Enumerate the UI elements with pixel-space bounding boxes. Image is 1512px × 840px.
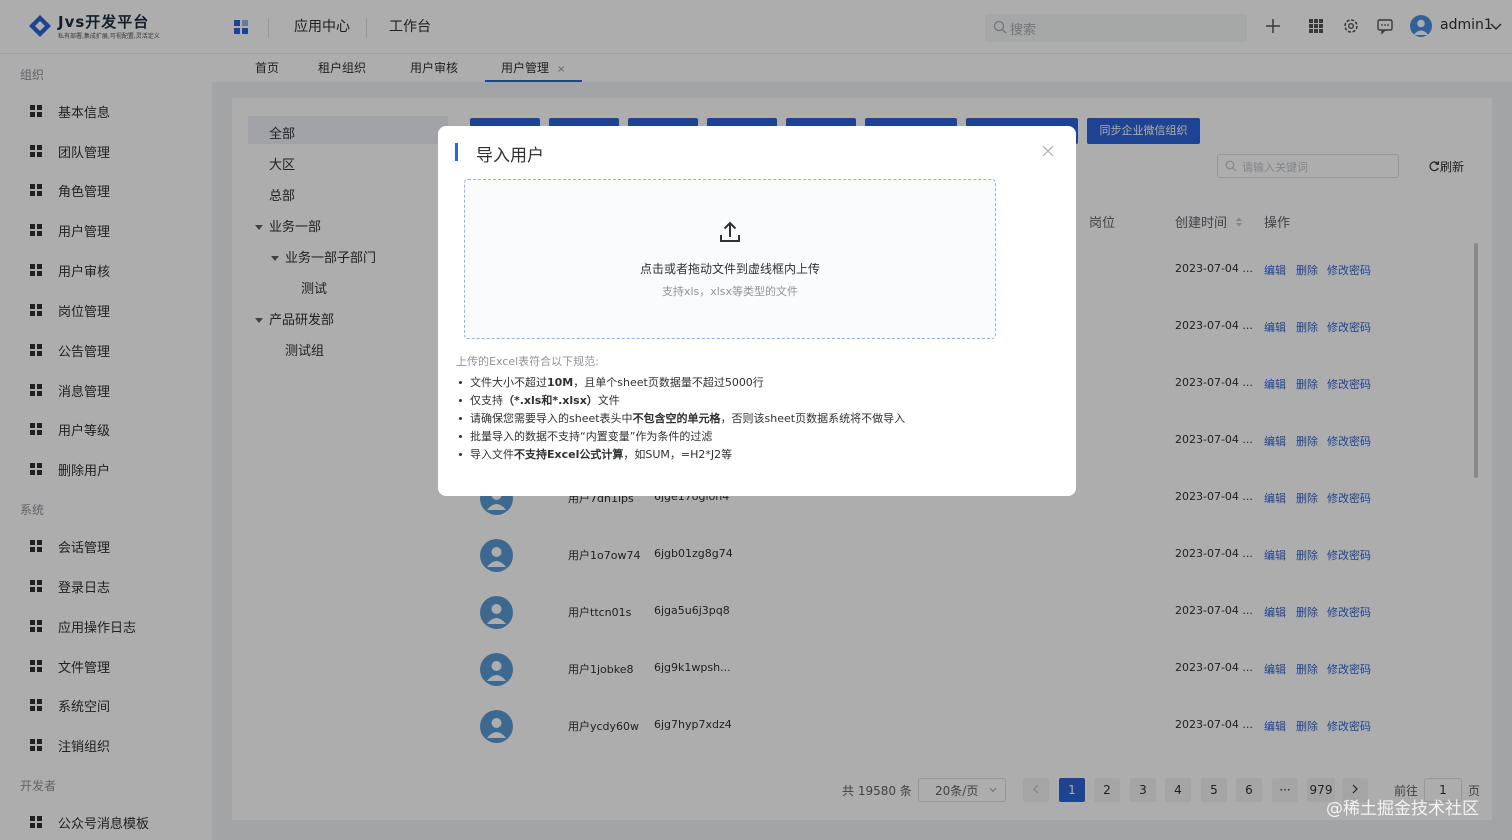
rule-text: 请确保您需要导入的sheet表头中 [470,412,633,425]
rule-item: 批量导入的数据不支持“内置变量”作为条件的过滤 [456,428,905,446]
rule-emphasis: 不包含空的单元格 [632,412,721,425]
bullet-icon [459,398,462,402]
rule-text: 文件大小不超过 [470,376,547,389]
rule-item: 文件大小不超过10M，且单个sheet页数据量不超过5000行 [456,374,905,392]
rule-text: 批量导入的数据不支持“内置变量”作为条件的过滤 [470,430,713,443]
close-icon[interactable] [1042,145,1054,157]
title-accent-bar [455,143,458,161]
bullet-icon [459,416,462,420]
upload-icon [720,221,740,242]
bullet-icon [459,434,462,438]
dialog-title: 导入用户 [476,146,544,166]
rule-item: 仅支持（*.xls和*.xlsx）文件 [456,392,905,410]
bullet-icon [459,380,462,384]
rule-item: 请确保您需要导入的sheet表头中不包含空的单元格，否则该sheet页数据系统将… [456,410,905,428]
rule-text: ，且单个sheet页数据量不超过5000行 [573,376,764,389]
watermark: @稀土掘金技术社区 [1326,799,1479,819]
rule-text: ，否则该sheet页数据系统将不做导入 [720,412,906,425]
rules-list: 文件大小不超过10M，且单个sheet页数据量不超过5000行 仅支持（*.xl… [456,374,905,464]
rule-text: ，如SUM，=H2*J2等 [623,448,733,461]
rule-text: 仅支持 [470,394,503,407]
dropzone-main-text: 点击或者拖动文件到虚线框内上传 [639,262,820,276]
rules-title: 上传的Excel表符合以下规范: [456,355,599,368]
rule-text: 导入文件 [470,448,514,461]
bullet-icon [459,452,462,456]
rule-text: 文件 [597,394,620,407]
upload-dropzone[interactable]: 点击或者拖动文件到虚线框内上传 支持xls，xlsx等类型的文件 [464,179,996,339]
rule-emphasis: 10M [547,376,574,389]
import-users-dialog: 导入用户 点击或者拖动文件到虚线框内上传 支持xls，xlsx等类型的文件 上传… [438,126,1076,496]
rule-emphasis: 不支持Excel公式计算 [514,448,624,461]
dropzone-hint: 支持xls，xlsx等类型的文件 [661,285,799,298]
rule-emphasis: （*.xls和*.xlsx） [503,394,598,407]
rule-item: 导入文件不支持Excel公式计算，如SUM，=H2*J2等 [456,446,905,464]
